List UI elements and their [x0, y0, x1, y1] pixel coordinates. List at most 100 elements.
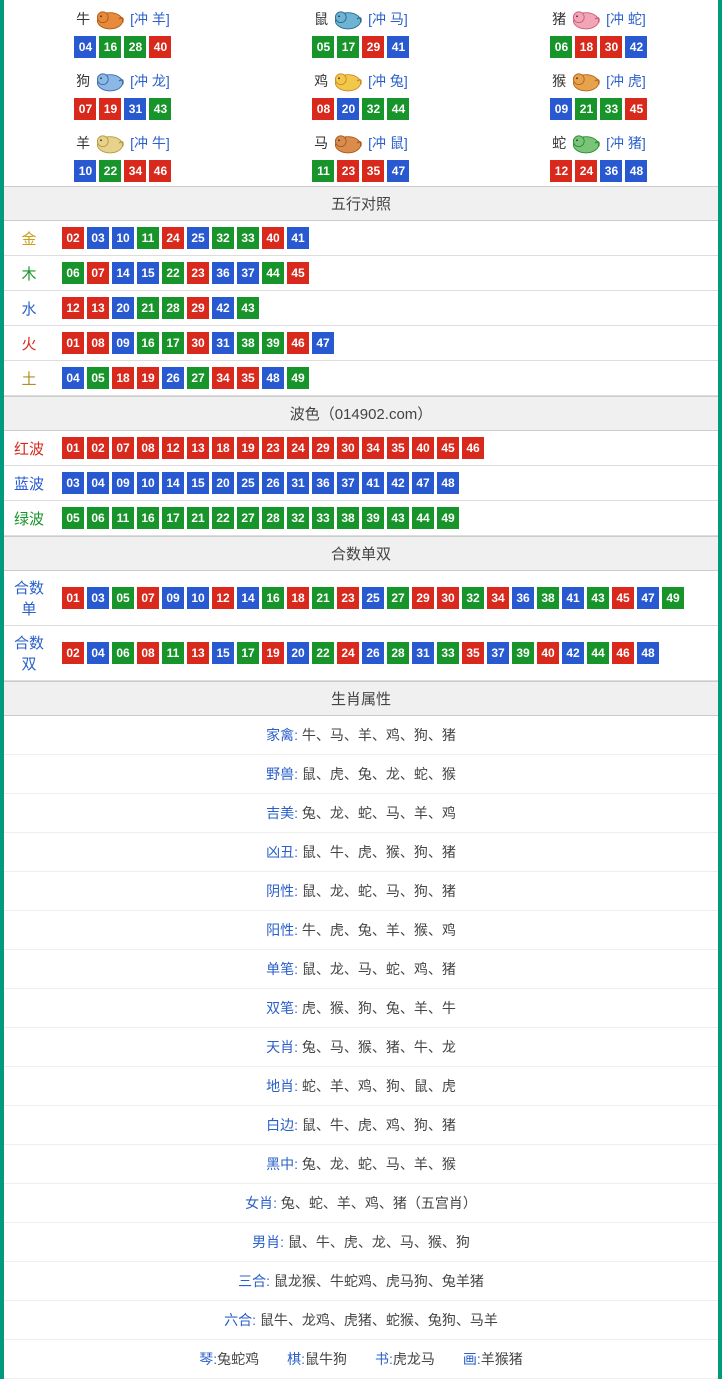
number-chip: 38: [537, 587, 559, 609]
number-chip: 12: [212, 587, 234, 609]
table-row: 蓝波 03040910141520252631363741424748: [4, 466, 718, 501]
attr-key: 吉美:: [266, 805, 302, 821]
number-chip: 49: [662, 587, 684, 609]
number-chip: 01: [62, 587, 84, 609]
zodiac-conflict: [冲 羊]: [130, 9, 170, 29]
attr-val: 鼠、龙、马、蛇、鸡、猪: [302, 961, 456, 977]
row-label: 红波: [4, 431, 54, 466]
number-chip: 12: [162, 437, 184, 459]
number-chip: 43: [387, 507, 409, 529]
number-chip: 09: [550, 98, 572, 120]
number-chip: 25: [362, 587, 384, 609]
section-head-shuxing: 生肖属性: [4, 681, 718, 716]
number-chip: 34: [124, 160, 146, 182]
number-chip: 42: [625, 36, 647, 58]
number-chip: 02: [62, 642, 84, 664]
number-chip: 47: [387, 160, 409, 182]
attr-key: 阳性:: [266, 922, 302, 938]
attr-val: 鼠牛、龙鸡、虎猪、蛇猴、兔狗、马羊: [260, 1312, 498, 1328]
number-chip: 29: [362, 36, 384, 58]
number-chip: 19: [137, 367, 159, 389]
number-chip: 11: [137, 227, 159, 249]
number-chip: 35: [462, 642, 484, 664]
number-chip: 27: [237, 507, 259, 529]
attr-val: 鼠、龙、蛇、马、狗、猪: [302, 883, 456, 899]
number-chip: 31: [412, 642, 434, 664]
number-chip: 29: [412, 587, 434, 609]
number-chip: 04: [87, 642, 109, 664]
table-row: 红波 0102070812131819232429303435404546: [4, 431, 718, 466]
number-chip: 24: [575, 160, 597, 182]
number-chip: 20: [112, 297, 134, 319]
number-chip: 17: [162, 332, 184, 354]
number-chip: 47: [637, 587, 659, 609]
number-chip: 16: [99, 36, 121, 58]
number-chip: 13: [87, 297, 109, 319]
num-row: 08203244: [242, 98, 480, 120]
number-chip: 20: [337, 98, 359, 120]
table-row: 水 1213202128294243: [4, 291, 718, 326]
attr-key: 男肖:: [252, 1234, 288, 1250]
number-chip: 15: [137, 262, 159, 284]
number-chip: 28: [262, 507, 284, 529]
zodiac-conflict: [冲 鼠]: [368, 133, 408, 153]
number-chip: 40: [537, 642, 559, 664]
attr-key: 双笔:: [266, 1000, 302, 1016]
row-nums: 04051819262734354849: [54, 361, 718, 396]
zodiac-name: 羊: [76, 133, 90, 153]
number-chip: 42: [562, 642, 584, 664]
attr-row: 白边: 鼠、牛、虎、鸡、狗、猪: [4, 1106, 718, 1145]
zodiac-cell: 羊 [冲 牛] 10223446: [4, 124, 242, 186]
number-chip: 43: [587, 587, 609, 609]
number-chip: 15: [187, 472, 209, 494]
attr-key: 家禽:: [266, 727, 302, 743]
number-chip: 41: [287, 227, 309, 249]
number-chip: 18: [575, 36, 597, 58]
pig-icon: [568, 6, 604, 32]
table-row: 火 0108091617303138394647: [4, 326, 718, 361]
row-nums: 0108091617303138394647: [54, 326, 718, 361]
number-chip: 45: [287, 262, 309, 284]
number-chip: 20: [287, 642, 309, 664]
zodiac-name: 鼠: [314, 9, 328, 29]
number-chip: 36: [600, 160, 622, 182]
row-nums: 0204060811131517192022242628313335373940…: [54, 626, 718, 681]
row-nums: 02031011242532334041: [54, 221, 718, 256]
number-chip: 46: [462, 437, 484, 459]
ox-icon: [92, 6, 128, 32]
row-label: 金: [4, 221, 54, 256]
num-row: 05172941: [242, 36, 480, 58]
number-chip: 30: [337, 437, 359, 459]
number-chip: 07: [74, 98, 96, 120]
attr-val: 蛇、羊、鸡、狗、鼠、虎: [302, 1078, 456, 1094]
number-chip: 08: [137, 642, 159, 664]
final-key: 琴:: [199, 1351, 217, 1367]
dog-icon: [92, 68, 128, 94]
number-chip: 05: [312, 36, 334, 58]
number-chip: 37: [487, 642, 509, 664]
number-chip: 17: [337, 36, 359, 58]
attr-val: 虎、猴、狗、兔、羊、牛: [302, 1000, 456, 1016]
attr-key: 阴性:: [266, 883, 302, 899]
zodiac-cell: 鼠 [冲 马] 05172941: [242, 0, 480, 62]
number-chip: 28: [162, 297, 184, 319]
number-chip: 05: [112, 587, 134, 609]
number-chip: 49: [287, 367, 309, 389]
zodiac-grid: 牛 [冲 羊] 04162840 鼠 [冲 马] 05172941 猪 [冲 蛇…: [4, 0, 718, 186]
number-chip: 08: [137, 437, 159, 459]
attr-val: 鼠、牛、虎、猴、狗、猪: [302, 844, 456, 860]
goat-icon: [92, 130, 128, 156]
number-chip: 43: [237, 297, 259, 319]
number-chip: 47: [412, 472, 434, 494]
row-label: 木: [4, 256, 54, 291]
number-chip: 28: [387, 642, 409, 664]
number-chip: 33: [237, 227, 259, 249]
number-chip: 31: [287, 472, 309, 494]
number-chip: 12: [550, 160, 572, 182]
zodiac-conflict: [冲 马]: [368, 9, 408, 29]
number-chip: 32: [212, 227, 234, 249]
row-nums: 1213202128294243: [54, 291, 718, 326]
number-chip: 34: [362, 437, 384, 459]
number-chip: 35: [237, 367, 259, 389]
number-chip: 17: [162, 507, 184, 529]
